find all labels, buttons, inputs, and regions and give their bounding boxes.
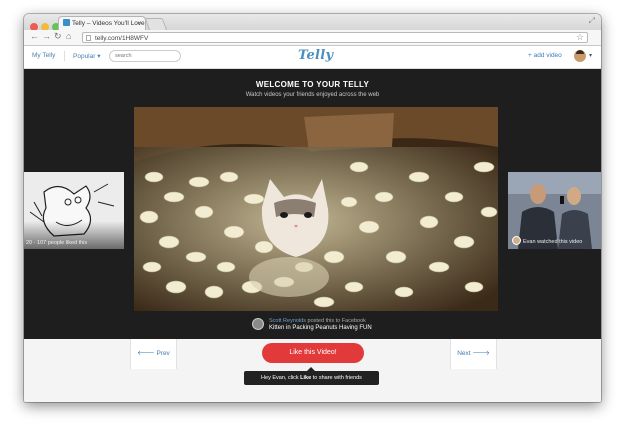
prev-label: Prev (156, 350, 170, 357)
video-player[interactable] (134, 107, 498, 311)
back-arrow-icon[interactable]: ← (30, 31, 39, 41)
left-thumb-caption: 20 · 107 people liked this (26, 240, 88, 246)
add-video-link[interactable]: + add video (528, 52, 562, 59)
browser-toolbar: ← → ↻ ⌂ telly.com/1H8WFV ☆ (24, 30, 601, 46)
tip-text-after: to share with friends (311, 375, 362, 381)
favicon-icon (63, 19, 70, 26)
video-stage: WELCOME TO YOUR TELLY Watch videos your … (24, 69, 601, 339)
like-tooltip: Hey Evan, click Like to share with frien… (244, 367, 379, 385)
close-tab-icon[interactable]: × (137, 17, 141, 30)
avatar[interactable] (574, 50, 586, 62)
poster-name-link[interactable]: Scott Reynolds (269, 318, 306, 324)
welcome-subtitle: Watch videos your friends enjoyed across… (245, 92, 380, 98)
popular-dropdown[interactable]: Popular ▾ (73, 52, 100, 60)
next-label: Next (457, 350, 471, 357)
site-nav: My Telly Popular ▾ Telly + add video ▾ (24, 46, 601, 69)
video-title[interactable]: Kitten in Packing Peanuts Having FUN (269, 325, 372, 331)
prev-button[interactable]: 🡐 Prev (130, 339, 177, 369)
posted-text: posted this to Facebook (306, 318, 366, 324)
reload-icon[interactable]: ↻ (54, 31, 62, 42)
posted-by-line: Scott Reynolds posted this to Facebook (269, 318, 366, 324)
chevron-down-icon: ▾ (97, 53, 101, 60)
bottom-controls: 🡐 Prev Like this Video! Hey Evan, click … (24, 339, 601, 402)
previous-video-thumbnail[interactable]: 20 · 107 people liked this (24, 172, 124, 249)
fullscreen-icon[interactable]: ⤢ (589, 16, 595, 26)
right-thumb-caption: Evan watched this video (512, 236, 582, 245)
telly-site: My Telly Popular ▾ Telly + add video ▾ W… (24, 46, 601, 402)
tip-text-before: Hey Evan, click (261, 375, 301, 381)
tab-strip: Telly – Videos You'll Love × ⤢ (24, 14, 601, 31)
account-chevron-down-icon[interactable]: ▾ (589, 52, 592, 59)
poster-avatar[interactable] (252, 318, 264, 330)
arrow-right-icon: 🡒 (472, 350, 490, 357)
browser-tab[interactable]: Telly – Videos You'll Love × (58, 16, 146, 30)
like-video-button[interactable]: Like this Video! (262, 343, 364, 363)
nav-divider (64, 51, 65, 61)
welcome-title: WELCOME TO YOUR TELLY (255, 80, 370, 89)
address-bar[interactable]: telly.com/1H8WFV ☆ (82, 32, 588, 43)
home-icon[interactable]: ⌂ (66, 31, 71, 41)
forward-arrow-icon[interactable]: → (42, 31, 51, 41)
browser-window: Telly – Videos You'll Love × ⤢ ← → ↻ ⌂ t… (24, 14, 601, 402)
arrow-left-icon: 🡐 (137, 350, 155, 357)
friend-avatar (512, 236, 521, 245)
kitten-video-frame (134, 107, 498, 311)
page-icon (86, 35, 91, 41)
url-text: telly.com/1H8WFV (95, 35, 149, 42)
tab-title: Telly – Videos You'll Love (72, 20, 145, 27)
right-thumb-caption-text: Evan watched this video (523, 239, 583, 245)
next-video-thumbnail[interactable]: Evan watched this video (508, 172, 601, 249)
next-button[interactable]: Next 🡒 (450, 339, 497, 369)
bookmark-star-icon[interactable]: ☆ (576, 32, 584, 43)
my-telly-link[interactable]: My Telly (32, 52, 55, 59)
tip-text-bold: Like (300, 375, 312, 381)
telly-logo[interactable]: Telly (298, 48, 333, 63)
popular-label: Popular (73, 53, 96, 60)
search-input[interactable] (109, 50, 181, 62)
